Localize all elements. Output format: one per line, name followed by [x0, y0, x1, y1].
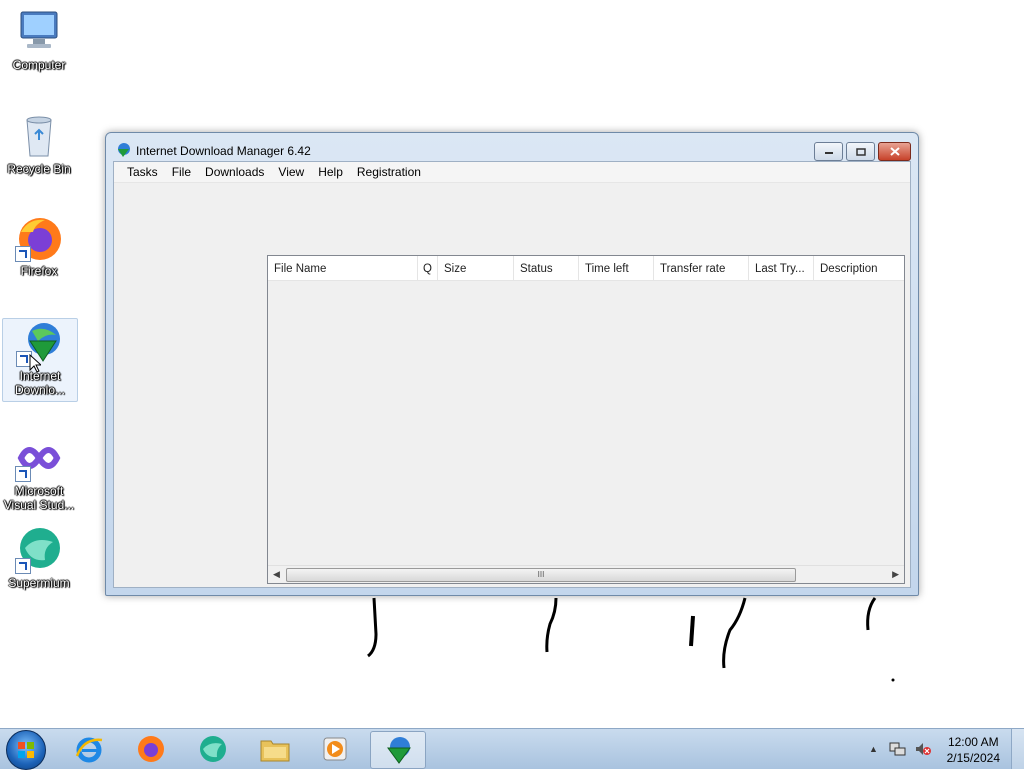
scroll-left-icon[interactable]: ◀: [273, 569, 280, 580]
network-icon[interactable]: [889, 741, 907, 757]
maximize-button[interactable]: [846, 142, 875, 161]
column-header-time-left[interactable]: Time left: [579, 256, 654, 280]
menu-view[interactable]: View: [271, 163, 311, 181]
idm-app-icon: [115, 142, 131, 158]
close-button[interactable]: [878, 142, 911, 161]
idm-window[interactable]: Internet Download Manager 6.42 Tasks Fil…: [105, 132, 919, 596]
menu-file[interactable]: File: [165, 163, 198, 181]
menu-tasks[interactable]: Tasks: [120, 163, 165, 181]
window-title: Internet Download Manager 6.42: [136, 144, 311, 158]
desktop-icon-firefox[interactable]: Firefox: [2, 214, 76, 278]
taskbar-supermium[interactable]: [186, 731, 240, 767]
column-header-last-try[interactable]: Last Try...: [749, 256, 814, 280]
recycle-bin-icon: [15, 112, 63, 160]
maximize-icon: [855, 147, 866, 156]
clock[interactable]: 12:00 AM 2/15/2024: [947, 734, 1000, 766]
start-button[interactable]: [6, 730, 46, 770]
scroll-right-icon[interactable]: ▶: [892, 569, 899, 580]
window-client-area: Tasks File Downloads View Help Registrat…: [113, 161, 911, 588]
tray-expand-arrow[interactable]: ▲: [869, 744, 878, 754]
taskbar: ▲ 12:00 AM 2/15/2024: [0, 728, 1024, 770]
minimize-icon: [824, 151, 833, 154]
windows-logo-icon: [18, 742, 34, 758]
minimize-button[interactable]: [814, 142, 843, 161]
folder-icon: [260, 740, 290, 762]
desktop-icon-label: Computer: [12, 58, 66, 72]
column-header-size[interactable]: Size: [438, 256, 514, 280]
idm-icon: [387, 737, 411, 764]
taskbar-idm[interactable]: [370, 731, 426, 769]
desktop-icon-visual-studio[interactable]: Microsoft Visual Stud...: [2, 434, 76, 512]
close-icon: [889, 147, 900, 156]
clock-time: 12:00 AM: [947, 735, 999, 749]
firefox-icon: [15, 214, 63, 262]
scrollbar-thumb[interactable]: III: [286, 568, 796, 582]
column-header-q[interactable]: Q: [418, 256, 438, 280]
column-header-status[interactable]: Status: [514, 256, 579, 280]
shortcut-arrow-icon: [15, 466, 31, 482]
menu-help[interactable]: Help: [311, 163, 350, 181]
menu-bar: Tasks File Downloads View Help Registrat…: [114, 162, 910, 183]
desktop-icon-supermium[interactable]: Supermium: [2, 526, 76, 590]
show-desktop-button[interactable]: [1011, 729, 1024, 769]
desktop-marks: [367, 597, 895, 682]
desktop-icon-recycle-bin[interactable]: Recycle Bin: [2, 112, 76, 176]
supermium-icon: [200, 736, 226, 762]
desktop-icon-computer[interactable]: Computer: [2, 8, 76, 72]
internet-explorer-icon: [75, 737, 103, 763]
horizontal-scrollbar[interactable]: ◀ III ▶: [268, 565, 904, 583]
menu-registration[interactable]: Registration: [350, 163, 428, 181]
list-header: File Name Q Size Status Time left Transf…: [268, 256, 904, 281]
desktop-icon-label: Supermium: [8, 576, 70, 590]
taskbar-file-explorer[interactable]: [248, 731, 302, 767]
taskbar-firefox[interactable]: [124, 731, 178, 767]
shortcut-arrow-icon: [15, 558, 31, 574]
column-header-description[interactable]: Description: [814, 256, 902, 280]
shortcut-arrow-icon: [15, 246, 31, 262]
taskbar-media-player[interactable]: [308, 731, 362, 767]
volume-muted-icon[interactable]: [914, 741, 932, 757]
clock-date: 2/15/2024: [946, 751, 1000, 765]
supermium-icon: [15, 526, 63, 574]
download-list[interactable]: File Name Q Size Status Time left Transf…: [267, 255, 905, 584]
taskbar-ie[interactable]: [62, 731, 116, 767]
desktop-icon-label: Recycle Bin: [7, 162, 71, 176]
desktop-icon-label: Microsoft Visual Stud...: [3, 484, 75, 512]
media-player-icon: [323, 737, 347, 761]
firefox-icon: [138, 736, 164, 762]
desktop-icon-label: Firefox: [20, 264, 58, 278]
menu-downloads[interactable]: Downloads: [198, 163, 271, 181]
column-header-transfer-rate[interactable]: Transfer rate: [654, 256, 749, 280]
computer-icon: [15, 8, 63, 56]
column-header-file-name[interactable]: File Name: [268, 256, 418, 280]
title-bar[interactable]: Internet Download Manager 6.42: [106, 133, 918, 163]
mouse-cursor-icon: [29, 354, 41, 373]
visual-studio-icon: [15, 434, 63, 482]
